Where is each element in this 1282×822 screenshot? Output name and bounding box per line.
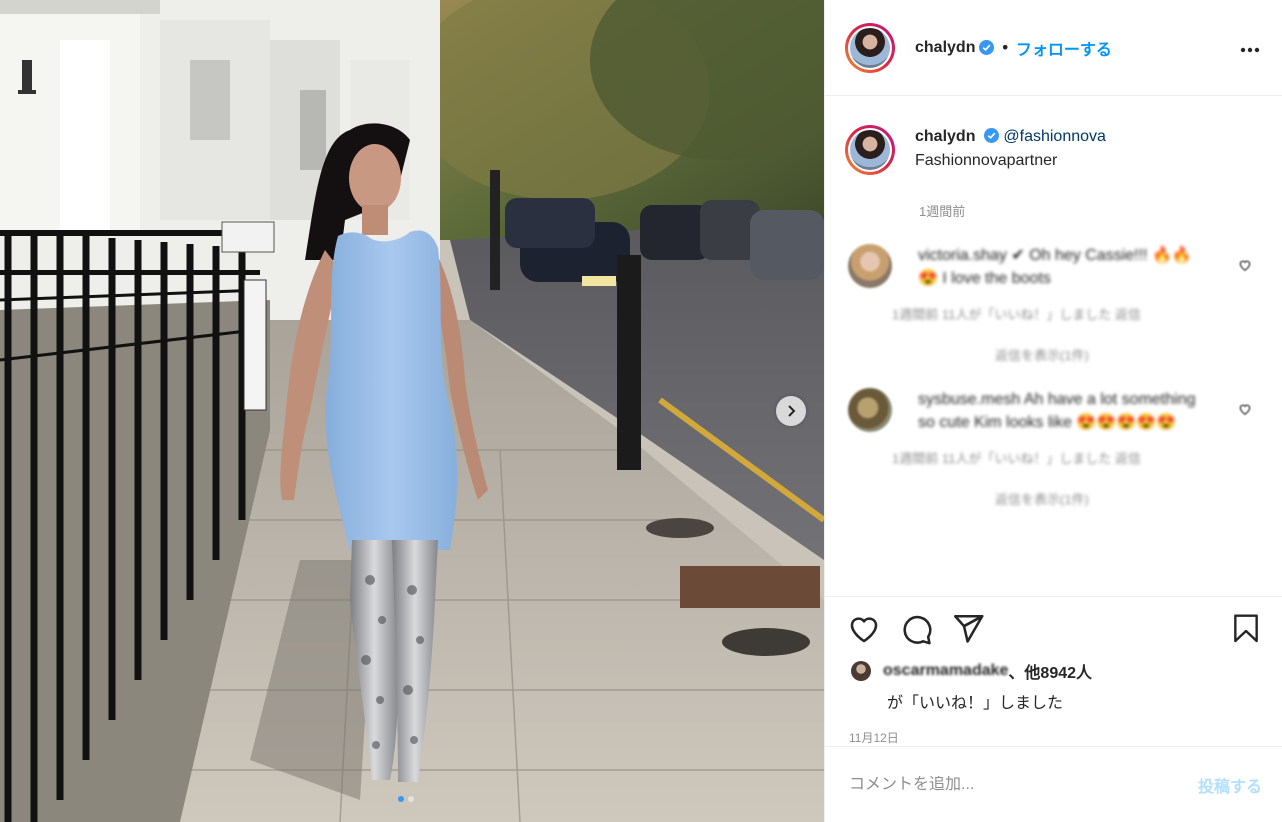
- likes-others-count[interactable]: 、他8942人: [1008, 659, 1092, 683]
- verified-badge-icon: [983, 128, 999, 143]
- carousel-dot-active: [398, 796, 404, 802]
- more-options-button[interactable]: [1234, 32, 1266, 63]
- caption-username[interactable]: chalydn: [915, 128, 975, 145]
- add-comment-bar: 投稿する: [825, 746, 1282, 822]
- post-photo[interactable]: [0, 0, 824, 822]
- comment-like-icon[interactable]: [1238, 258, 1252, 272]
- author-avatar[interactable]: [845, 22, 895, 73]
- post-header: chalydn • フォローする: [825, 0, 1282, 96]
- bookmark-icon[interactable]: [1230, 612, 1262, 646]
- first-liker-name[interactable]: oscarmamadake: [883, 662, 1008, 680]
- comments-list[interactable]: chalydn @fashionnova Fashionnovapartner …: [825, 97, 1282, 597]
- header-separator: •: [1000, 38, 1010, 57]
- post-caption: chalydn @fashionnova Fashionnovapartner: [845, 125, 1262, 175]
- more-options-icon: [1240, 47, 1260, 53]
- caption-text: Fashionnovapartner: [915, 152, 1058, 169]
- comment-text: sysbuse.mesh Ah have a lot something so …: [918, 391, 1196, 431]
- follow-button[interactable]: フォローする: [1016, 36, 1112, 60]
- carousel-indicator: [398, 796, 414, 802]
- view-replies-link[interactable]: 返信を表示(1件): [995, 345, 1262, 364]
- next-photo-button[interactable]: [776, 396, 806, 426]
- comment-like-icon[interactable]: [1238, 402, 1252, 416]
- likes-summary[interactable]: oscarmamadake 、他8942人: [847, 659, 1262, 683]
- comment-item: victoria.shay ✔ Oh hey Cassie!!! 🔥🔥 😍 I …: [845, 244, 1262, 323]
- post-actions: oscarmamadake 、他8942人 が「いいね！」しました 11月12日: [825, 596, 1282, 746]
- carousel-dot: [408, 796, 414, 802]
- comment-meta[interactable]: 1週間前 11人が「いいね！」しました 返信: [892, 448, 1208, 467]
- view-replies-link[interactable]: 返信を表示(1件): [995, 489, 1262, 508]
- caption-mention[interactable]: @fashionnova: [1003, 128, 1106, 145]
- comment-avatar[interactable]: [848, 244, 892, 288]
- comment-meta[interactable]: 1週間前 11人が「いいね！」しました 返信: [892, 304, 1208, 323]
- caption-time[interactable]: 1週間前: [919, 201, 1262, 220]
- caption-avatar[interactable]: [845, 125, 895, 175]
- verified-badge-icon: [979, 40, 995, 55]
- comment-text: victoria.shay ✔ Oh hey Cassie!!! 🔥🔥 😍 I …: [918, 247, 1192, 287]
- street-scene-image: [0, 0, 824, 822]
- share-icon[interactable]: [951, 612, 985, 646]
- likes-suffix: が「いいね！」しました: [887, 695, 1064, 712]
- liker-avatar[interactable]: [851, 661, 871, 681]
- comment-avatar[interactable]: [848, 388, 892, 432]
- heart-icon[interactable]: [847, 612, 881, 646]
- chevron-right-icon: [788, 405, 796, 417]
- post-date[interactable]: 11月12日: [849, 729, 1262, 746]
- author-username[interactable]: chalydn: [915, 39, 975, 57]
- comment-icon[interactable]: [899, 612, 933, 646]
- comment-item: sysbuse.mesh Ah have a lot something so …: [845, 388, 1262, 467]
- post-side-panel: chalydn • フォローする chalydn @fashionnova Fa…: [824, 0, 1282, 822]
- post-comment-button[interactable]: 投稿する: [1198, 773, 1262, 797]
- comment-input[interactable]: [849, 775, 1198, 794]
